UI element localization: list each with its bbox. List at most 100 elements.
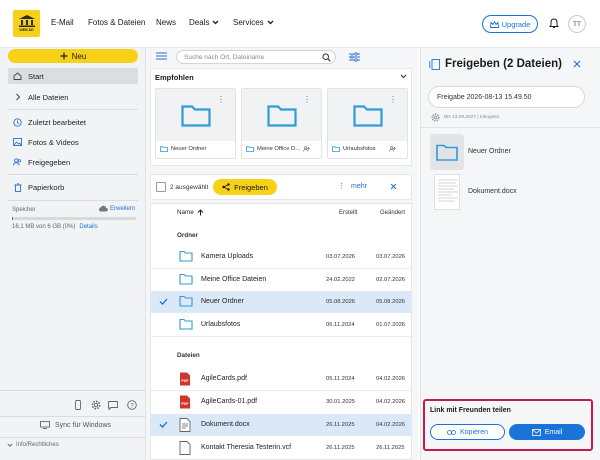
sync-windows-link[interactable]: Sync für Windows [40,421,111,429]
clock-icon [13,117,22,127]
col-modified-header[interactable]: Geändert [380,210,405,216]
webde-logo[interactable]: WEB.DE [13,10,40,37]
row-name: AgileCards.pdf [201,375,247,382]
sidebar-divider [8,174,138,175]
folder-icon [179,318,193,330]
share-name-input[interactable]: Freigabe 2026-08-13 15.49.50 [428,86,585,108]
table-row[interactable]: Urlaubsfotos 06.11.2024 01.07.2026 [150,314,412,336]
search-icon[interactable] [322,53,331,62]
mobile-icon[interactable] [75,400,81,410]
row-created: 06.11.2024 [326,322,355,328]
more-vert-icon[interactable]: ⋮ [303,95,311,104]
nav-deals[interactable]: Deals [189,18,219,27]
close-icon[interactable] [390,183,397,190]
nav-services[interactable]: Services [233,18,274,27]
chat-icon[interactable] [108,401,118,410]
nav-email-label: E-Mail [51,18,74,27]
chevron-down-icon [212,20,219,25]
home-icon [13,72,22,81]
arrow-up-icon [197,209,204,216]
sidebar-item-fotos[interactable]: Fotos & Videos [8,134,138,150]
sort-by-name[interactable]: Name [177,209,204,216]
nav-news-label: News [156,18,177,27]
table-row-selected[interactable]: Dokument.docx 26.11.2025 04.02.2026 [150,414,412,436]
more-vert-icon: ⋮ [338,183,345,190]
recommended-card[interactable]: ⋮ Neuer Ordner [155,88,236,159]
storage-bar [12,217,136,220]
sidebar-divider [0,416,146,417]
sidebar-label-alle-dateien: Alle Dateien [28,92,69,102]
folder-icon [352,105,383,127]
chevron-down-icon[interactable] [400,74,407,79]
svg-text:PDF: PDF [182,402,190,406]
row-created: 26.11.2025 [326,445,355,451]
table-row[interactable]: PDF AgileCards-01.pdf 30.01.2025 04.02.2… [150,391,412,413]
close-icon[interactable] [573,60,581,68]
info-rechtliches-link[interactable]: Info/Rechtliches [7,442,59,448]
sync-label: Sync für Windows [55,421,112,429]
search-input[interactable]: Suche nach Ort, Dateiname [176,50,336,64]
sidebar-item-papierkorb[interactable]: Papierkorb [8,179,138,195]
more-button[interactable]: ⋮ mehr [338,182,367,191]
col-created-header[interactable]: Erstellt [339,210,357,216]
recommended-card[interactable]: ⋮ Urlaubsfotos [327,88,408,159]
storage-expand-link[interactable]: Erweitern [98,205,135,212]
sidebar-item-freigegeben[interactable]: Freigegeben [8,154,138,170]
more-vert-icon[interactable]: ⋮ [217,95,225,104]
upgrade-button[interactable]: Upgrade [482,15,538,33]
sidebar-divider [8,109,138,110]
chevron-right-icon [13,93,22,102]
user-avatar[interactable]: TT [568,15,586,33]
hamburger-icon[interactable] [156,52,167,60]
table-row[interactable]: PDF AgileCards.pdf 05.11.2024 04.02.2026 [150,368,412,390]
table-row-selected[interactable]: Neuer Ordner 05.08.2026 05.08.2026 [150,291,412,313]
filter-icon[interactable] [349,52,360,62]
sidebar-item-zuletzt[interactable]: Zuletzt bearbeitet [8,114,138,130]
selection-count: 2 ausgewählt [170,184,209,191]
recommended-heading: Empfohlen [155,73,194,82]
recommended-card[interactable]: ⋮ Meine Office D... [241,88,322,159]
sidebar-label-fotos: Fotos & Videos [28,137,79,147]
table-row[interactable]: Kamera Uploads 03.07.2026 03.07.2026 [150,246,412,268]
share-button[interactable]: Freigeben [213,179,277,195]
copy-link-button[interactable]: Kopieren [430,424,505,440]
bell-icon[interactable] [549,18,559,29]
help-icon[interactable]: ? [127,400,137,410]
row-created: 05.11.2024 [326,376,355,382]
card-label: Meine Office D... [257,146,301,152]
card-label-row: Meine Office D... [246,146,311,152]
table-row[interactable]: Kontakt Theresia Testerin.vcf 26.11.2025… [150,437,412,460]
folder-icon [266,105,297,127]
more-vert-icon[interactable]: ⋮ [389,95,397,104]
share-expiry: Bis 13.09.2027 | Inkognito [444,115,500,120]
users-icon [13,158,22,167]
row-name: Meine Office Dateien [201,276,267,283]
settings-icon[interactable] [431,113,440,122]
settings-icon[interactable] [91,400,101,410]
storage-details-link[interactable]: Details [79,224,97,230]
row-name: Kontakt Theresia Testerin.vcf [201,444,292,451]
sidebar-item-alle-dateien[interactable]: Alle Dateien [8,89,138,105]
check-icon [159,298,168,305]
row-name: Neuer Ordner [201,298,244,305]
nav-news[interactable]: News [156,18,176,27]
new-button[interactable]: Neu [8,49,138,63]
share-icon [222,183,230,191]
section-folders: Ordner [177,232,198,239]
row-modified: 04.02.2026 [376,376,406,382]
email-link-button[interactable]: Email [509,424,585,440]
table-row[interactable]: Meine Office Dateien 24.02.2022 02.07.20… [150,269,412,291]
storage-bar-fill [12,217,13,220]
sidebar-item-start[interactable]: Start [8,68,138,84]
nav-fotos-label: Fotos & Dateien [88,18,146,27]
panel-collapse-icon[interactable] [429,59,440,70]
search-placeholder: Suche nach Ort, Dateiname [184,53,265,61]
nav-fotos-dateien[interactable]: Fotos & Dateien [88,18,145,27]
shared-users-icon [388,146,397,152]
row-modified: 05.08.2026 [376,299,406,305]
row-name: AgileCards-01.pdf [201,398,258,405]
email-link-label: Email [544,428,563,436]
select-all-checkbox[interactable] [156,182,166,192]
section-files: Dateien [177,352,200,359]
nav-email[interactable]: E-Mail [51,18,74,27]
